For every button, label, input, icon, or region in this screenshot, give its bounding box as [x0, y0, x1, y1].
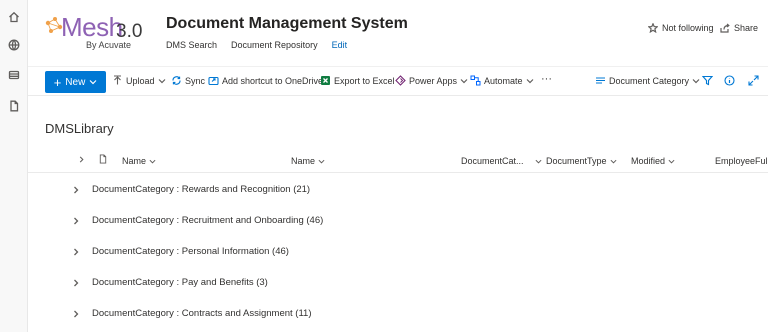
sync-label: Sync — [185, 75, 206, 86]
column-label: Name — [291, 156, 316, 166]
column-name-1[interactable]: Name — [122, 156, 156, 166]
column-label: DocumentType — [546, 156, 607, 166]
site-navigation: DMS Search Document Repository Edit — [166, 40, 347, 50]
excel-icon — [321, 76, 330, 85]
document-icon — [99, 154, 107, 164]
upload-label: Upload — [126, 75, 155, 86]
add-shortcut-button[interactable]: Add shortcut to OneDrive — [208, 75, 323, 86]
group-label: DocumentCategory : Recruitment and Onboa… — [92, 215, 324, 226]
new-button[interactable]: + New — [45, 71, 106, 93]
export-excel-button[interactable]: Export to Excel — [320, 75, 395, 86]
logo-word: Mesh — [61, 12, 123, 42]
group-label: DocumentCategory : Rewards and Recogniti… — [92, 184, 311, 195]
filter-button[interactable] — [702, 75, 713, 86]
power-apps-icon — [395, 75, 406, 86]
column-name-2[interactable]: Name — [291, 156, 325, 166]
library-title: DMSLibrary — [45, 121, 114, 136]
mesh-logo[interactable]: Mesh 3.0 By Acuvate — [44, 12, 156, 54]
chevron-right-icon[interactable] — [72, 248, 80, 256]
star-icon — [648, 23, 658, 33]
group-label: DocumentCategory : Personal Information … — [92, 246, 289, 257]
filter-icon — [702, 75, 713, 86]
home-icon[interactable] — [6, 9, 22, 25]
column-label: DocumentCat... — [461, 156, 524, 166]
chevron-down-icon — [460, 78, 468, 83]
more-commands-label: ··· — [541, 73, 552, 85]
logo-byline: By Acuvate — [86, 40, 132, 50]
new-label: New — [65, 76, 86, 88]
group-label: DocumentCategory : Contracts and Assignm… — [92, 308, 312, 319]
chevron-down-icon — [318, 159, 325, 164]
chevron-down-icon — [89, 80, 97, 85]
column-modified[interactable]: Modified — [631, 156, 675, 166]
upload-icon — [114, 75, 121, 85]
share-button[interactable]: Share — [720, 23, 758, 33]
power-apps-label: Power Apps — [409, 75, 458, 86]
expand-button[interactable] — [748, 75, 759, 86]
chevron-right-icon — [79, 156, 84, 163]
nav-document-repository[interactable]: Document Repository — [231, 40, 318, 50]
group-row[interactable]: DocumentCategory : Recruitment and Onboa… — [28, 206, 768, 236]
expand-all-toggle[interactable] — [78, 156, 85, 163]
chevron-down-icon — [610, 159, 617, 164]
chevron-right-icon[interactable] — [72, 279, 80, 287]
upload-button[interactable]: Upload — [112, 75, 166, 86]
view-icon — [596, 77, 605, 84]
automate-button[interactable]: Automate — [470, 75, 534, 86]
view-label: Document Category — [609, 75, 690, 86]
automate-label: Automate — [484, 75, 523, 86]
share-icon — [720, 23, 730, 33]
column-document-type[interactable]: DocumentType — [546, 156, 617, 166]
left-rail — [0, 0, 28, 332]
group-row[interactable]: DocumentCategory : Personal Information … — [28, 237, 768, 267]
info-icon — [724, 75, 735, 86]
column-employee-full-name[interactable]: EmployeeFullN — [715, 156, 768, 166]
chevron-right-icon[interactable] — [72, 186, 80, 194]
follow-button[interactable]: Not following — [648, 23, 714, 33]
column-document-category[interactable]: DocumentCat... — [461, 156, 542, 166]
list-column-header: Name Name DocumentCat... DocumentType Mo… — [28, 149, 768, 173]
column-label: Name — [122, 156, 147, 166]
file-type-column[interactable] — [98, 154, 108, 164]
column-label: EmployeeFullN — [715, 156, 768, 166]
globe-icon[interactable] — [6, 37, 22, 53]
export-excel-label: Export to Excel — [334, 75, 395, 86]
sync-button[interactable]: Sync — [171, 75, 205, 86]
chevron-right-icon[interactable] — [72, 310, 80, 318]
nav-edit-link[interactable]: Edit — [332, 40, 348, 50]
column-label: Modified — [631, 156, 666, 166]
chevron-down-icon — [158, 78, 165, 83]
follow-label: Not following — [662, 23, 714, 33]
group-row[interactable]: DocumentCategory : Rewards and Recogniti… — [28, 175, 768, 205]
command-bar: + New Upload Sync Add shortcut to OneDri… — [28, 66, 768, 96]
chevron-down-icon — [149, 159, 156, 164]
nav-dms-search[interactable]: DMS Search — [166, 40, 217, 50]
group-row[interactable]: DocumentCategory : Pay and Benefits (3) — [28, 268, 768, 298]
sync-icon — [172, 76, 181, 85]
chevron-down-icon — [692, 78, 700, 83]
more-commands-button[interactable]: ··· — [541, 73, 552, 85]
chevron-right-icon[interactable] — [72, 217, 80, 225]
chevron-down-icon — [535, 159, 542, 164]
automate-icon — [470, 75, 481, 86]
database-icon[interactable] — [6, 67, 22, 83]
group-label: DocumentCategory : Pay and Benefits (3) — [92, 277, 268, 288]
info-button[interactable] — [724, 75, 735, 86]
share-label: Share — [734, 23, 759, 33]
site-title[interactable]: Document Management System — [166, 15, 408, 33]
chevron-down-icon — [526, 78, 533, 83]
plus-icon: + — [53, 74, 62, 90]
add-shortcut-label: Add shortcut to OneDrive — [222, 75, 324, 86]
chevron-down-icon — [668, 159, 675, 164]
group-row[interactable]: DocumentCategory : Contracts and Assignm… — [28, 299, 768, 329]
power-apps-button[interactable]: Power Apps — [395, 75, 468, 86]
document-icon[interactable] — [6, 98, 22, 114]
view-selector[interactable]: Document Category — [595, 75, 700, 86]
shortcut-icon — [208, 76, 219, 86]
expand-icon — [748, 75, 759, 86]
